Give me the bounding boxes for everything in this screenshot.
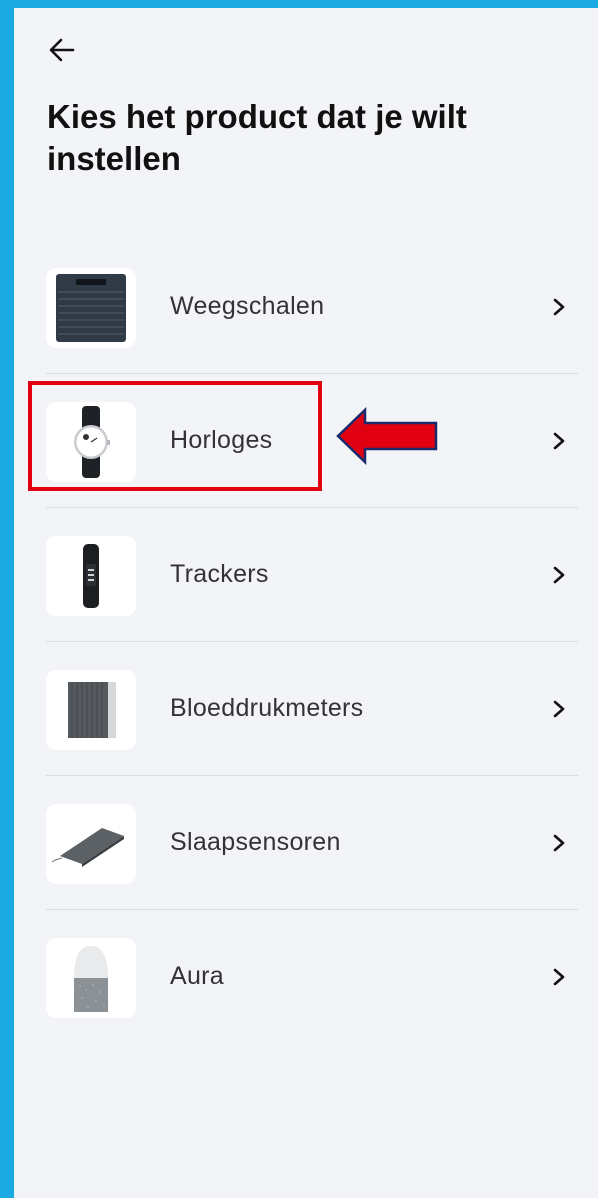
chevron-right-icon (553, 298, 565, 316)
arrow-left-icon (49, 38, 75, 62)
app-screen: Kies het product dat je wilt instellen W… (14, 8, 598, 1198)
back-button[interactable] (44, 32, 80, 68)
product-label: Bloeddrukmeters (170, 694, 364, 722)
product-row-aura[interactable]: Aura (14, 910, 598, 1044)
chevron-right-icon (553, 432, 565, 450)
product-row-weegschalen[interactable]: Weegschalen (14, 240, 598, 374)
product-label: Slaapsensoren (170, 828, 341, 856)
product-label: Trackers (170, 560, 269, 588)
product-row-bloeddrukmeters[interactable]: Bloeddrukmeters (14, 642, 598, 776)
tracker-band-icon (46, 536, 136, 616)
chevron-right-icon (553, 968, 565, 986)
aura-lamp-icon (46, 938, 136, 1018)
page-title: Kies het product dat je wilt instellen (47, 98, 467, 177)
product-row-slaapsensoren[interactable]: Slaapsensoren (14, 776, 598, 910)
product-label: Aura (170, 962, 225, 990)
highlight-box (28, 381, 322, 491)
blood-pressure-monitor-icon (46, 670, 136, 750)
chevron-right-icon (553, 834, 565, 852)
pointer-arrow-icon (336, 407, 438, 465)
product-label: Weegschalen (170, 292, 325, 320)
scale-icon (46, 268, 136, 348)
chevron-right-icon (553, 566, 565, 584)
chevron-right-icon (553, 700, 565, 718)
product-list: Weegschalen Horloges Trackers Bloeddrukm… (14, 240, 598, 1044)
product-row-trackers[interactable]: Trackers (14, 508, 598, 642)
sleep-sensor-mat-icon (46, 804, 136, 884)
